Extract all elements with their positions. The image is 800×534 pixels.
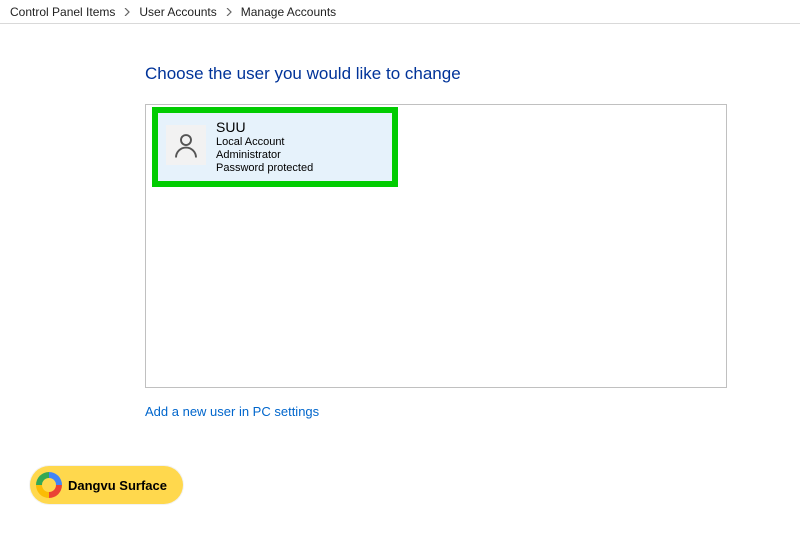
selection-highlight: SUU Local Account Administrator Password…	[152, 107, 398, 187]
account-role: Administrator	[216, 149, 313, 162]
content-area: Choose the user you would like to change…	[0, 24, 800, 421]
breadcrumb-item-control-panel[interactable]: Control Panel Items	[6, 3, 119, 21]
accounts-list: SUU Local Account Administrator Password…	[145, 104, 727, 388]
account-type: Local Account	[216, 136, 313, 149]
page-title: Choose the user you would like to change	[145, 64, 800, 84]
breadcrumb: Control Panel Items User Accounts Manage…	[0, 0, 800, 24]
chevron-right-icon	[225, 8, 233, 16]
breadcrumb-item-manage-accounts[interactable]: Manage Accounts	[237, 3, 340, 21]
add-user-link[interactable]: Add a new user in PC settings	[145, 404, 319, 419]
user-avatar-icon	[166, 125, 206, 165]
watermark-badge: Dangvu Surface	[30, 466, 183, 504]
account-tile[interactable]: SUU Local Account Administrator Password…	[158, 113, 392, 181]
account-text: SUU Local Account Administrator Password…	[216, 119, 313, 175]
breadcrumb-item-user-accounts[interactable]: User Accounts	[135, 3, 220, 21]
watermark-text: Dangvu Surface	[68, 478, 167, 493]
chevron-right-icon	[123, 8, 131, 16]
account-protection: Password protected	[216, 162, 313, 175]
logo-icon	[36, 472, 62, 498]
account-name: SUU	[216, 119, 313, 136]
